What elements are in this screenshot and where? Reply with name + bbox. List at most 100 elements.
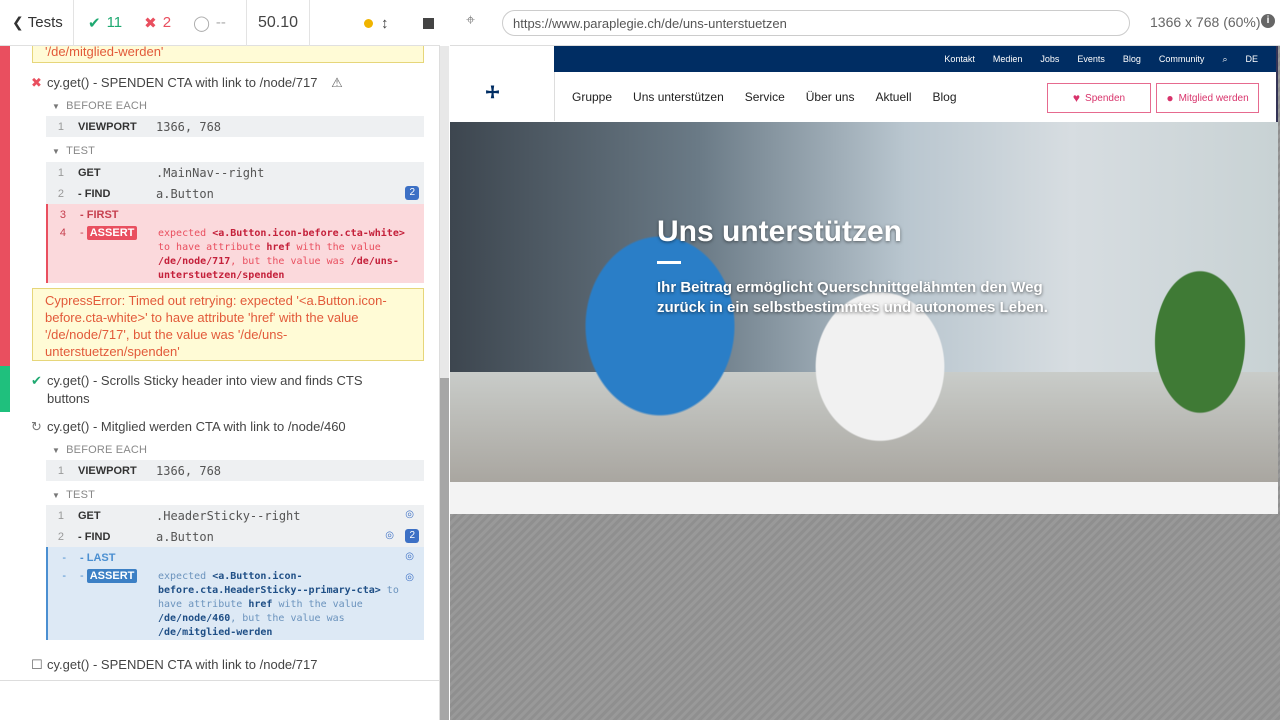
command-row-failed[interactable]: 3 - FIRST (46, 204, 424, 225)
site-language[interactable]: DE (1245, 54, 1258, 64)
site-logo-icon[interactable]: ⧾ (486, 74, 499, 106)
eye-slash-icon: ◎ (405, 572, 414, 583)
command-row-assert-pending[interactable]: - - ASSERT expected <a.Button.icon-befor… (46, 568, 424, 640)
hook-label: BEFORE EACH (66, 444, 148, 456)
run-controls: ↕ (310, 0, 440, 46)
command-row[interactable]: 1 VIEWPORT 1366, 768 (46, 116, 424, 137)
failed-count: 2 (162, 14, 172, 31)
hook-label: TEST (66, 145, 96, 157)
reporter-scrollbar-thumb[interactable] (440, 378, 449, 720)
passed-count: 11 (106, 14, 123, 31)
command-number: 1 (57, 166, 64, 179)
command-message: 1366, 768 (156, 463, 222, 478)
viewport-info: 1366 x 768 (60%) (1150, 14, 1261, 30)
x-icon: ✖ (31, 75, 42, 90)
command-name: - FIRST (80, 208, 119, 221)
logo-divider (554, 72, 555, 121)
error-message[interactable]: CypressError: Timed out retrying: expect… (32, 288, 424, 361)
pending-count: -- (215, 14, 226, 31)
test-title-text: cy.get() - SPENDEN CTA with link to /nod… (47, 657, 318, 672)
command-row-assert-failed[interactable]: 4 - ASSERT expected <a.Button.icon-befor… (46, 225, 424, 283)
stop-icon[interactable] (422, 17, 434, 29)
refresh-icon: ↻ (31, 419, 42, 434)
hook-before-each[interactable]: ▼ BEFORE EACH (52, 100, 147, 112)
site-top-link[interactable]: Blog (1123, 54, 1141, 64)
site-top-link[interactable]: Events (1077, 54, 1105, 64)
hero-image: Uns unterstützen Ihr Beitrag ermöglicht … (450, 122, 1278, 482)
site-top-link[interactable]: Kontakt (944, 54, 975, 64)
search-icon[interactable]: ⌕ (1222, 54, 1227, 65)
triangle-down-icon: ▼ (52, 446, 61, 455)
site-content-strip (450, 482, 1278, 514)
pass-indicator (0, 366, 10, 412)
command-number: 3 (59, 208, 66, 221)
hero-text: Ihr Beitrag ermöglicht Querschnittgelähm… (657, 279, 1048, 316)
eye-slash-icon: ◎ (385, 530, 394, 541)
reporter-footer (0, 680, 440, 720)
hook-label: TEST (66, 489, 96, 501)
auto-scroll-icon[interactable]: ↕ (381, 15, 389, 32)
test-title-text: cy.get() - Mitglied werden CTA with link… (47, 419, 346, 434)
spenden-button[interactable]: ♥ Spenden (1047, 83, 1151, 113)
assert-text: expected (158, 228, 207, 239)
spenden-label: Spenden (1085, 92, 1126, 104)
command-row-pending[interactable]: - - LAST ◎ (46, 547, 424, 568)
running-indicator-icon (364, 18, 373, 28)
aut-iframe[interactable]: Kontakt Medien Jobs Events Blog Communit… (450, 46, 1278, 514)
command-name: - ASSERT (80, 226, 158, 240)
eye-slash-icon: ◎ (405, 509, 414, 520)
element-count-badge: 2 (405, 529, 419, 543)
command-row[interactable]: 1 GET .HeaderSticky--right ◎ (46, 505, 424, 526)
hero-title-underline (657, 261, 681, 264)
command-row[interactable]: 2 - FIND a.Button ◎ 2 (46, 526, 424, 547)
hero-plant (1130, 232, 1270, 452)
test-title-mitglied[interactable]: ↻ cy.get() - Mitglied werden CTA with lin… (31, 418, 346, 436)
assert-actual: /de/mitglied-werden (158, 627, 273, 638)
command-name: - FIND (78, 530, 111, 543)
site-top-link[interactable]: Medien (993, 54, 1023, 64)
check-icon: ✔ (88, 14, 101, 32)
site-top-link[interactable]: Community (1159, 54, 1205, 64)
assert-message: expected <a.Button.icon-before.cta.Heade… (158, 570, 408, 640)
viewport-size: 1366 x 768 (1150, 14, 1220, 30)
assert-text: with the value (296, 242, 381, 253)
info-icon[interactable]: i (1261, 14, 1275, 28)
test-title-spenden-2[interactable]: ☐ cy.get() - SPENDEN CTA with link to /no… (31, 656, 317, 674)
mitglied-werden-button[interactable]: ● Mitglied werden (1156, 83, 1259, 113)
test-title-spenden[interactable]: ✖ cy.get() - SPENDEN CTA with link to /no… (31, 74, 343, 92)
previous-error-tail: '/de/mitglied-werden' (32, 46, 424, 63)
command-message: a.Button (156, 529, 214, 544)
command-name: VIEWPORT (78, 464, 137, 477)
selector-playground-icon[interactable]: ⌖ (466, 12, 475, 30)
command-number: 1 (57, 509, 64, 522)
eye-slash-icon: ◎ (405, 551, 414, 562)
warning-icon: ⚠ (331, 75, 343, 90)
viewport-scale: (60%) (1223, 14, 1261, 30)
mitglied-label: Mitglied werden (1178, 92, 1249, 104)
element-count-badge: 2 (405, 186, 419, 200)
command-name: - FIND (78, 187, 111, 200)
hook-test[interactable]: ▼ TEST (52, 489, 95, 501)
runnables-list: '/de/mitglied-werden' ✖ cy.get() - SPENDE… (0, 46, 440, 680)
hook-test[interactable]: ▼ TEST (52, 145, 95, 157)
tests-button[interactable]: ❮ Tests (0, 0, 74, 46)
command-message: .HeaderSticky--right (156, 508, 301, 523)
test-title-sticky[interactable]: ✔ cy.get() - Scrolls Sticky header into v… (31, 372, 391, 408)
site-top-link[interactable]: Jobs (1040, 54, 1059, 64)
hook-before-each[interactable]: ▼ BEFORE EACH (52, 444, 147, 456)
command-message: a.Button (156, 186, 214, 201)
assert-attr: href (266, 242, 291, 253)
command-row[interactable]: 1 VIEWPORT 1366, 768 (46, 460, 424, 481)
heart-icon: ♥ (1072, 91, 1081, 105)
url-input[interactable]: https://www.paraplegie.ch/de/uns-unterst… (502, 10, 1130, 36)
assert-tag: ASSERT (86, 226, 138, 240)
command-row[interactable]: 2 - FIND a.Button 2 (46, 183, 424, 204)
tests-label: Tests (27, 14, 63, 31)
assert-expected: /de/node/717 (158, 256, 231, 267)
triangle-down-icon: ▼ (52, 102, 61, 111)
fail-indicator (0, 46, 10, 366)
command-message: 1366, 768 (156, 119, 222, 134)
triangle-down-icon: ▼ (52, 147, 61, 156)
command-row[interactable]: 1 GET .MainNav--right (46, 162, 424, 183)
reporter-header: ❮ Tests ✔ 11 ✖ 2 ◯ -- 50.10 ↕ (0, 0, 440, 46)
